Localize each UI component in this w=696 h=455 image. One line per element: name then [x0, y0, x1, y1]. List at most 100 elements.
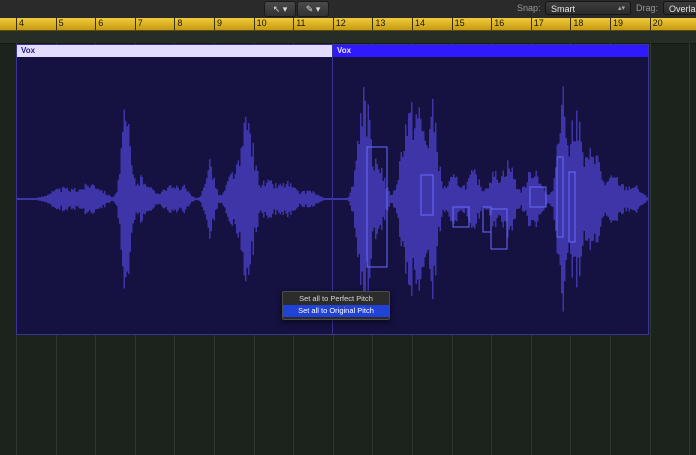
waveform-sample: [80, 189, 82, 209]
waveform-sample: [17, 198, 19, 200]
waveform-sample: [399, 161, 401, 237]
waveform-sample: [309, 190, 311, 208]
waveform-sample: [625, 186, 627, 212]
waveform-sample: [134, 178, 136, 220]
waveform-sample: [150, 187, 152, 211]
waveform-sample: [576, 110, 578, 288]
waveform-sample: [125, 120, 127, 278]
waveform-sample: [532, 178, 534, 220]
toolbar: ↖ ▾ ✎ ▾ Snap: Smart ▴▾ Drag: Overla: [0, 0, 696, 19]
waveform-sample: [102, 193, 104, 205]
waveform-sample: [502, 170, 504, 228]
waveform-sample: [141, 176, 143, 222]
waveform-sample: [111, 197, 113, 201]
waveform-sample: [633, 187, 635, 211]
waveform-sample: [408, 113, 410, 285]
waveform-sample: [270, 180, 272, 218]
waveform-sample: [475, 174, 477, 224]
waveform-sample: [412, 139, 414, 259]
waveform-sample: [394, 190, 396, 208]
snap-select[interactable]: Smart ▴▾: [545, 1, 631, 15]
waveform-sample: [465, 189, 467, 209]
waveform-sample: [317, 194, 319, 204]
waveform-sample: [610, 175, 612, 223]
waveform-sample: [376, 163, 378, 235]
waveform-sample: [466, 181, 468, 217]
waveform-sample: [107, 195, 109, 203]
waveform-sample: [255, 165, 257, 233]
waveform-sample: [471, 169, 473, 229]
waveform-sample: [306, 190, 308, 208]
waveform-sample: [135, 185, 137, 213]
waveform-sample: [447, 186, 449, 212]
waveform-sample: [405, 124, 407, 274]
waveform-sample: [39, 197, 41, 201]
waveform-sample: [580, 141, 582, 257]
waveform-sample: [433, 132, 435, 266]
waveform-sample: [630, 189, 632, 209]
waveform-sample: [98, 189, 100, 209]
waveform-sample: [367, 104, 369, 294]
waveform-sample: [201, 191, 203, 207]
waveform-sample: [429, 129, 431, 269]
pointer-tool-button[interactable]: ↖ ▾: [264, 1, 296, 17]
waveform-sample: [158, 194, 160, 204]
waveform-sample: [619, 186, 621, 212]
waveform-sample: [477, 184, 479, 214]
pointer-arrow-icon: ↖ ▾: [272, 4, 288, 14]
waveform-sample: [318, 195, 320, 203]
waveform-sample: [180, 189, 182, 209]
waveform-sample: [637, 189, 639, 209]
waveform-sample: [439, 166, 441, 232]
waveform-sample: [565, 137, 567, 261]
waveform-sample: [299, 194, 301, 204]
waveform-sample: [77, 191, 79, 207]
waveform-sample: [538, 183, 540, 215]
waveform-sample: [33, 198, 35, 200]
waveform-sample: [438, 171, 440, 227]
waveform-sample: [520, 192, 522, 206]
waveform-sample: [242, 145, 244, 253]
waveform-sample: [57, 189, 59, 209]
waveform-sample: [564, 116, 566, 282]
waveform-sample: [349, 192, 351, 206]
drag-select[interactable]: Overla: [663, 1, 696, 15]
waveform-sample: [236, 164, 238, 234]
ruler-bar-9: 9: [214, 18, 222, 30]
waveform-sample: [110, 196, 112, 202]
waveform-sample: [294, 187, 296, 211]
waveform-sample: [152, 189, 154, 209]
waveform-sample: [484, 188, 486, 210]
waveform-sample: [352, 186, 354, 212]
waveform-sample: [472, 171, 474, 227]
pencil-tool-button[interactable]: ✎ ▾: [297, 1, 329, 17]
menu-item-perfect-pitch[interactable]: Set all to Perfect Pitch: [283, 293, 389, 305]
waveform-sample: [216, 189, 218, 209]
waveform-sample: [486, 188, 488, 210]
waveform-sample: [246, 130, 248, 268]
waveform-sample: [498, 182, 500, 216]
waveform-sample: [27, 198, 29, 200]
waveform-sample: [373, 170, 375, 228]
waveform-sample: [586, 157, 588, 241]
waveform-sample: [379, 173, 381, 225]
waveform-sample: [501, 176, 503, 222]
waveform-sample: [243, 122, 245, 276]
waveform-sample: [185, 188, 187, 210]
waveform-sample: [358, 144, 360, 254]
waveform-sample: [162, 189, 164, 209]
waveform-sample: [421, 130, 423, 268]
waveform-sample: [71, 188, 73, 210]
waveform-sample: [583, 167, 585, 231]
bar-ruler[interactable]: 4 5 6 7 8 9 10 11 12 13 14 15 16 17 18 19 20: [0, 18, 696, 31]
ruler-bar-15: 15: [451, 18, 465, 30]
waveform-sample: [454, 177, 456, 221]
waveform-sample: [168, 185, 170, 213]
waveform-sample: [334, 198, 336, 200]
waveform-sample: [167, 187, 169, 211]
waveform-sample: [183, 184, 185, 214]
waveform-sample: [333, 198, 335, 200]
region-name: Vox: [17, 45, 332, 57]
menu-item-original-pitch[interactable]: Set all to Original Pitch: [283, 305, 389, 317]
waveform-sample: [155, 193, 157, 205]
